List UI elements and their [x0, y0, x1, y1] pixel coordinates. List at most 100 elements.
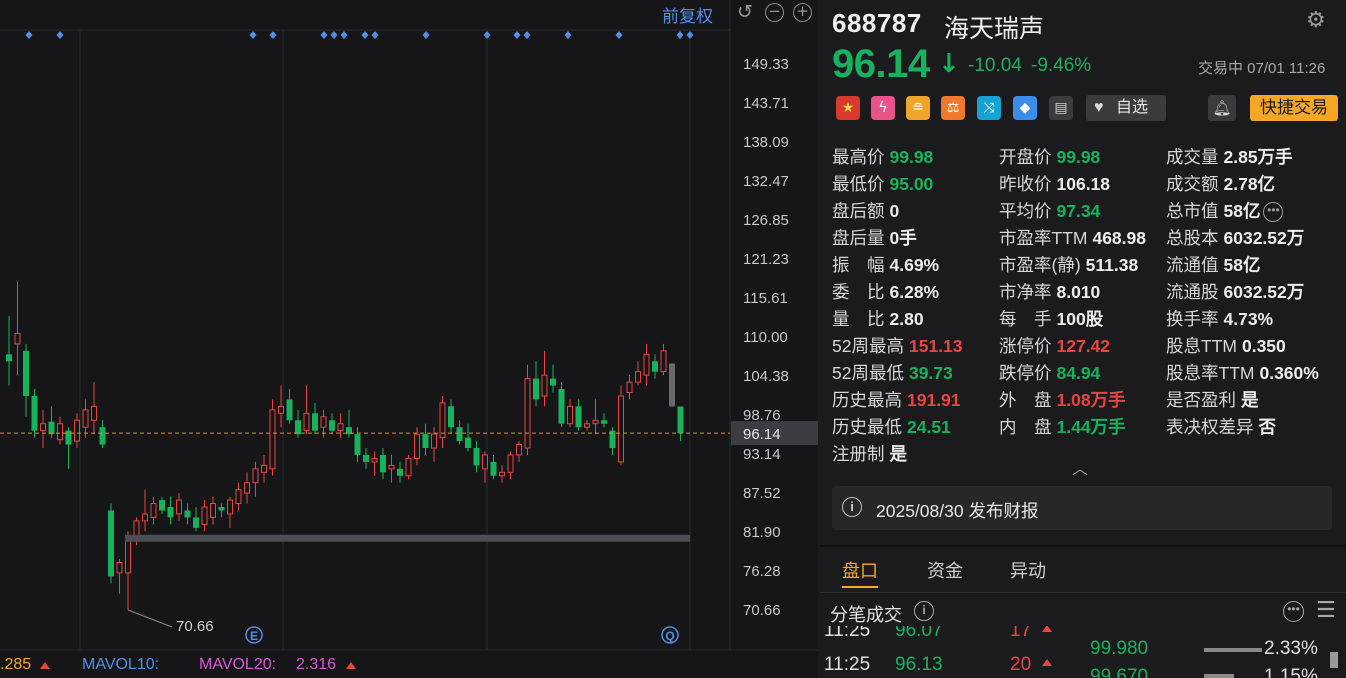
adjust-price-button[interactable]: 前复权 — [662, 2, 713, 27]
list-settings-icon[interactable]: ☰ — [1316, 598, 1336, 623]
candle-body — [40, 423, 46, 432]
quick-trade-button[interactable]: 快捷交易 — [1250, 95, 1338, 121]
stat-hist-low: 历史最低 24.51 — [832, 414, 951, 439]
bell-icon[interactable]: 🔔︎ — [1208, 95, 1236, 121]
more-icon[interactable]: ••• — [1263, 202, 1284, 223]
stat-value: 8.010 — [1056, 282, 1101, 302]
stat-low: 最低价 95.00 — [832, 171, 933, 196]
scrollbar[interactable] — [1330, 652, 1338, 668]
stat-value: 58亿 — [1223, 201, 1261, 221]
stat-pe-static: 市盈率(静) 511.38 — [999, 252, 1138, 277]
stat-value: 468.98 — [1092, 228, 1146, 248]
y-tick-label: 138.09 — [743, 134, 789, 151]
kline-chart[interactable]: 149.33 143.71 138.09 132.47 126.85 121.23 115.… — [0, 0, 818, 652]
stat-label: 市盈率(静) — [999, 255, 1081, 275]
active-tab-indicator — [842, 586, 878, 588]
candle-body — [422, 434, 429, 449]
candle-body — [99, 427, 106, 445]
zoom-out-icon[interactable]: − — [765, 3, 784, 22]
event-diamond-icon — [56, 31, 64, 39]
candle-body — [227, 499, 233, 515]
stat-float-shares: 流通股 6032.52万 — [1166, 279, 1304, 304]
tick-trades-title: 分笔成交 — [830, 605, 902, 625]
depth-price: 99.670 — [1090, 666, 1149, 678]
y-tick-label: 93.14 — [743, 446, 781, 463]
kline-chart-panel[interactable]: 149.33 143.71 138.09 132.47 126.85 121.23 115.… — [0, 0, 818, 678]
collapse-chevron-icon[interactable]: ︿ — [1072, 455, 1088, 479]
undo-icon[interactable]: ↺ — [737, 1, 753, 23]
candle-body — [354, 434, 361, 455]
stat-value: 1.08万手 — [1056, 390, 1126, 410]
mavol20-label: MAVOL20: — [199, 656, 277, 673]
stat-label: 注册制 — [832, 444, 885, 464]
stat-limit-down: 跌停价 84.94 — [999, 360, 1100, 385]
candle-body — [6, 354, 12, 362]
depth-row: 99.670 1.15% — [820, 666, 1340, 678]
volume-indicator-bar: .285 MAVOL10: MAVOL20: 2.316 — [0, 652, 730, 678]
tab-movement[interactable]: 异动 — [1010, 557, 1046, 583]
earnings-report-notice[interactable]: i 2025/08/30 发布财报 — [832, 486, 1332, 530]
event-diamond-icon — [371, 31, 379, 39]
candle-body — [125, 537, 131, 574]
candle-body — [405, 457, 412, 477]
lightning-icon[interactable]: ϟ — [871, 96, 895, 120]
stat-vote-diff: 表决权差异否 — [1166, 414, 1276, 439]
stat-commit-ratio: 委 比 6.28% — [832, 279, 939, 304]
earnings-report-text: 2025/08/30 发布财报 — [876, 501, 1039, 521]
stat-label: 总股本 — [1166, 228, 1219, 248]
stat-dividend-yield: 股息率TTM 0.360% — [1166, 360, 1319, 385]
stat-hist-high: 历史最高 191.91 — [832, 387, 961, 412]
y-tick-label: 70.66 — [743, 602, 781, 619]
stat-52w-low: 52周最低 39.73 — [832, 360, 953, 385]
candle-body — [142, 513, 148, 522]
info-icon[interactable]: i — [914, 601, 934, 621]
candle-body — [575, 406, 582, 428]
scale-icon[interactable]: ⚖ — [941, 96, 965, 120]
current-price-label: 96.14 — [743, 426, 781, 443]
stat-label: 内 盘 — [999, 417, 1052, 437]
stat-amplitude: 振 幅 4.69% — [832, 252, 939, 277]
note-icon[interactable]: ▤ — [1049, 96, 1073, 120]
gear-icon[interactable]: ⚙ — [1306, 8, 1326, 33]
candle-body — [295, 420, 301, 435]
last-price: 96.14 — [832, 42, 930, 86]
stat-label: 股息TTM — [1166, 336, 1237, 356]
candle-body — [533, 378, 539, 400]
add-favorite-button[interactable]: ♥ 自选 — [1086, 95, 1166, 121]
event-diamond-icon — [615, 31, 623, 39]
china-flag-icon[interactable]: ★ — [836, 96, 860, 120]
stat-value: 127.42 — [1056, 336, 1111, 356]
candle-body — [91, 405, 97, 421]
event-diamond-icon — [249, 31, 257, 39]
candle-body — [448, 406, 454, 428]
tag-icon[interactable]: ◆ — [1013, 96, 1037, 120]
tab-order-book[interactable]: 盘口 — [842, 557, 878, 583]
stat-value: 0 — [889, 201, 900, 221]
stat-inner: 内 盘 1.44万手 — [999, 414, 1126, 439]
candle-body — [31, 395, 38, 431]
event-diamond-icon — [513, 31, 521, 39]
stat-value: 是 — [889, 444, 908, 464]
stat-label: 每 手 — [999, 309, 1052, 329]
zoom-in-icon[interactable]: + — [793, 3, 812, 22]
coins-icon[interactable]: ≘ — [906, 96, 930, 120]
candle-body — [669, 363, 675, 407]
candle-body — [397, 468, 403, 476]
stat-prev-close: 昨收价 106.18 — [999, 171, 1110, 196]
candle-body — [14, 332, 21, 345]
event-diamond-icon — [269, 31, 277, 39]
stat-label: 盘后额 — [832, 201, 885, 221]
candle-body — [439, 402, 446, 439]
stat-value: 95.00 — [889, 174, 934, 194]
tab-capital[interactable]: 资金 — [927, 557, 963, 583]
stat-value: 0.360% — [1259, 363, 1319, 383]
stat-label: 涨停价 — [999, 336, 1052, 356]
candle-body — [108, 510, 114, 577]
event-diamond-icon — [686, 31, 694, 39]
shuffle-icon[interactable]: ⤨ — [977, 96, 1001, 120]
event-diamond-icon — [25, 31, 33, 39]
more-icon[interactable]: ••• — [1283, 601, 1304, 622]
stat-average: 平均价 97.34 — [999, 198, 1100, 223]
stat-value: 100股 — [1056, 309, 1104, 329]
stat-value: 84.94 — [1056, 363, 1101, 383]
